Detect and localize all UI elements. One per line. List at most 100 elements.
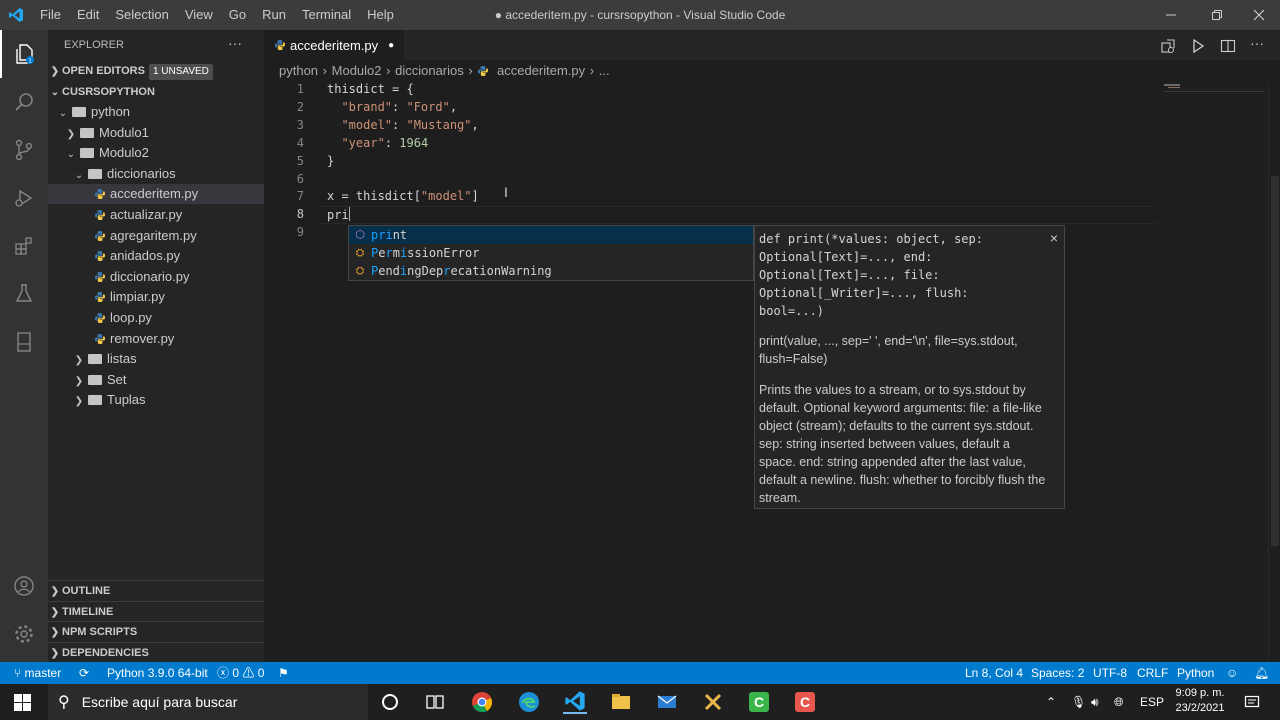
- tree-file-item[interactable]: anidados.py: [48, 246, 264, 266]
- line-number: 5: [296, 154, 304, 168]
- testing-flask-icon[interactable]: [0, 270, 48, 318]
- run-debug-icon[interactable]: [0, 174, 48, 222]
- tree-folder-item[interactable]: ❯ Modulo1: [48, 123, 264, 143]
- menu-selection[interactable]: Selection: [107, 0, 176, 30]
- tree-item-label: diccionario.py: [110, 269, 190, 284]
- language-mode[interactable]: Python: [1177, 662, 1214, 684]
- notifications-bell-icon[interactable]: 🔔︎: [1254, 662, 1269, 684]
- split-editor-icon[interactable]: [1220, 38, 1236, 57]
- status-bar: ⑂ master ⟳ Python 3.9.0 64-bit ⓧ 0 ⚠ 0 ⚑…: [0, 662, 1280, 684]
- mail-icon[interactable]: [655, 690, 679, 714]
- code-line-1: thisdict = {: [327, 82, 414, 96]
- menu-view[interactable]: View: [177, 0, 221, 30]
- sync-icon[interactable]: ⟳: [79, 662, 89, 684]
- feedback-icon[interactable]: ☺: [1226, 662, 1238, 684]
- encoding[interactable]: UTF-8: [1093, 662, 1127, 684]
- more-actions-icon[interactable]: ···: [228, 35, 242, 51]
- microphone-icon[interactable]: 🎙︎: [1071, 684, 1086, 720]
- end-of-line[interactable]: CRLF: [1137, 662, 1168, 684]
- account-icon[interactable]: [0, 562, 48, 610]
- live-share-icon[interactable]: ⚑: [278, 662, 289, 684]
- outline-section[interactable]: ❯ OUTLINE: [48, 580, 264, 600]
- menu-help[interactable]: Help: [359, 0, 402, 30]
- tree-file-item[interactable]: limpiar.py: [48, 287, 264, 307]
- source-control-icon[interactable]: [0, 126, 48, 174]
- edge-icon[interactable]: [517, 690, 541, 714]
- breadcrumb-item[interactable]: Modulo2: [332, 63, 382, 78]
- windows-start-icon[interactable]: [14, 694, 31, 714]
- text-cursor: [348, 207, 350, 221]
- settings-gear-icon[interactable]: [0, 610, 48, 658]
- menu-terminal[interactable]: Terminal: [294, 0, 359, 30]
- tab-accederitem[interactable]: accederitem.py ●: [264, 30, 404, 60]
- open-editors-section[interactable]: ❯ OPEN EDITORS 1 UNSAVED: [48, 61, 264, 81]
- remote-explorer-icon[interactable]: [0, 318, 48, 366]
- breadcrumb-item[interactable]: diccionarios: [395, 63, 464, 78]
- breadcrumb-item[interactable]: accederitem.py: [497, 63, 585, 78]
- volume-icon[interactable]: 🔊︎: [1091, 684, 1099, 720]
- action-center-icon[interactable]: [1244, 694, 1260, 713]
- menu-file[interactable]: File: [32, 0, 69, 30]
- chevron-right-icon: ❯: [50, 586, 60, 597]
- camtasia-green-icon[interactable]: C: [747, 690, 771, 714]
- chevron-right-icon: ›: [589, 63, 595, 78]
- tree-file-item[interactable]: loop.py: [48, 308, 264, 328]
- close-window-button[interactable]: [1236, 0, 1280, 30]
- vscode-taskbar-icon[interactable]: [563, 690, 587, 714]
- search-icon[interactable]: [0, 78, 48, 126]
- scrollbar-thumb[interactable]: [1271, 176, 1279, 546]
- minimap[interactable]: [1160, 82, 1268, 662]
- tree-folder-item[interactable]: ❯ listas: [48, 349, 264, 369]
- breadcrumb-item[interactable]: ...: [599, 63, 610, 78]
- suggestion-pendingdeprecationwarning[interactable]: ⛭ PendingDeprecationWarning: [349, 262, 753, 280]
- tree-item-label: limpiar.py: [110, 289, 165, 304]
- clock[interactable]: 9:09 p. m. 23/2/2021: [1172, 686, 1228, 716]
- tree-folder-item[interactable]: ❯ Set: [48, 370, 264, 390]
- menu-go[interactable]: Go: [221, 0, 254, 30]
- minimize-button[interactable]: [1148, 0, 1194, 30]
- suggestion-print[interactable]: ⬡ print: [349, 226, 753, 244]
- input-language[interactable]: ESP: [1140, 684, 1164, 720]
- camtasia-red-icon[interactable]: C: [793, 690, 817, 714]
- cortana-icon[interactable]: [378, 690, 402, 714]
- suggestion-permissionerror[interactable]: ⛭ PermissionError: [349, 244, 753, 262]
- extensions-icon[interactable]: [0, 222, 48, 270]
- cursor-position[interactable]: Ln 8, Col 4: [965, 662, 1023, 684]
- tree-file-item[interactable]: accederitem.py: [48, 184, 264, 204]
- close-icon[interactable]: ×: [1050, 230, 1058, 246]
- tree-folder-item[interactable]: ⌄ python: [48, 102, 264, 122]
- branch-status[interactable]: ⑂ master: [14, 662, 61, 684]
- problems-status[interactable]: ⓧ 0 ⚠ 0: [217, 662, 264, 684]
- tree-file-item[interactable]: diccionario.py: [48, 267, 264, 287]
- class-icon: ⛭: [355, 264, 365, 277]
- python-interpreter[interactable]: Python 3.9.0 64-bit: [107, 662, 208, 684]
- dependencies-section[interactable]: ❯ DEPENDENCIES: [48, 642, 264, 662]
- tree-file-item[interactable]: remover.py: [48, 329, 264, 349]
- tree-file-item[interactable]: agregaritem.py: [48, 226, 264, 246]
- explorer-icon[interactable]: 1: [0, 30, 48, 78]
- vertical-scrollbar[interactable]: [1268, 82, 1280, 662]
- menu-run[interactable]: Run: [254, 0, 294, 30]
- taskbar-search[interactable]: ⚲ Escribe aquí para buscar: [48, 684, 368, 720]
- run-file-icon[interactable]: [1190, 38, 1206, 57]
- task-view-icon[interactable]: [423, 690, 447, 714]
- tree-file-item[interactable]: actualizar.py: [48, 205, 264, 225]
- tools-icon[interactable]: [701, 690, 725, 714]
- indentation[interactable]: Spaces: 2: [1031, 662, 1084, 684]
- open-changes-icon[interactable]: [1160, 38, 1176, 57]
- tree-folder-item[interactable]: ⌄ Modulo2: [48, 143, 264, 163]
- chevron-up-icon[interactable]: ⌃: [1046, 684, 1056, 720]
- menu-edit[interactable]: Edit: [69, 0, 107, 30]
- workspace-section[interactable]: ⌄ CUSRSOPYTHON: [48, 82, 264, 102]
- tree-folder-item[interactable]: ⌄ diccionarios: [48, 164, 264, 184]
- network-globe-icon[interactable]: 🌐︎: [1114, 684, 1124, 720]
- restore-button[interactable]: [1194, 0, 1240, 30]
- npm-scripts-section[interactable]: ❯ NPM SCRIPTS: [48, 621, 264, 641]
- file-explorer-icon[interactable]: [609, 690, 633, 714]
- chrome-icon[interactable]: [470, 690, 494, 714]
- unsaved-dot-icon[interactable]: ●: [388, 40, 394, 51]
- timeline-section[interactable]: ❯ TIMELINE: [48, 601, 264, 621]
- breadcrumb-item[interactable]: python: [279, 63, 318, 78]
- more-actions-icon[interactable]: ···: [1250, 35, 1264, 51]
- tree-folder-item[interactable]: ❯ Tuplas: [48, 390, 264, 410]
